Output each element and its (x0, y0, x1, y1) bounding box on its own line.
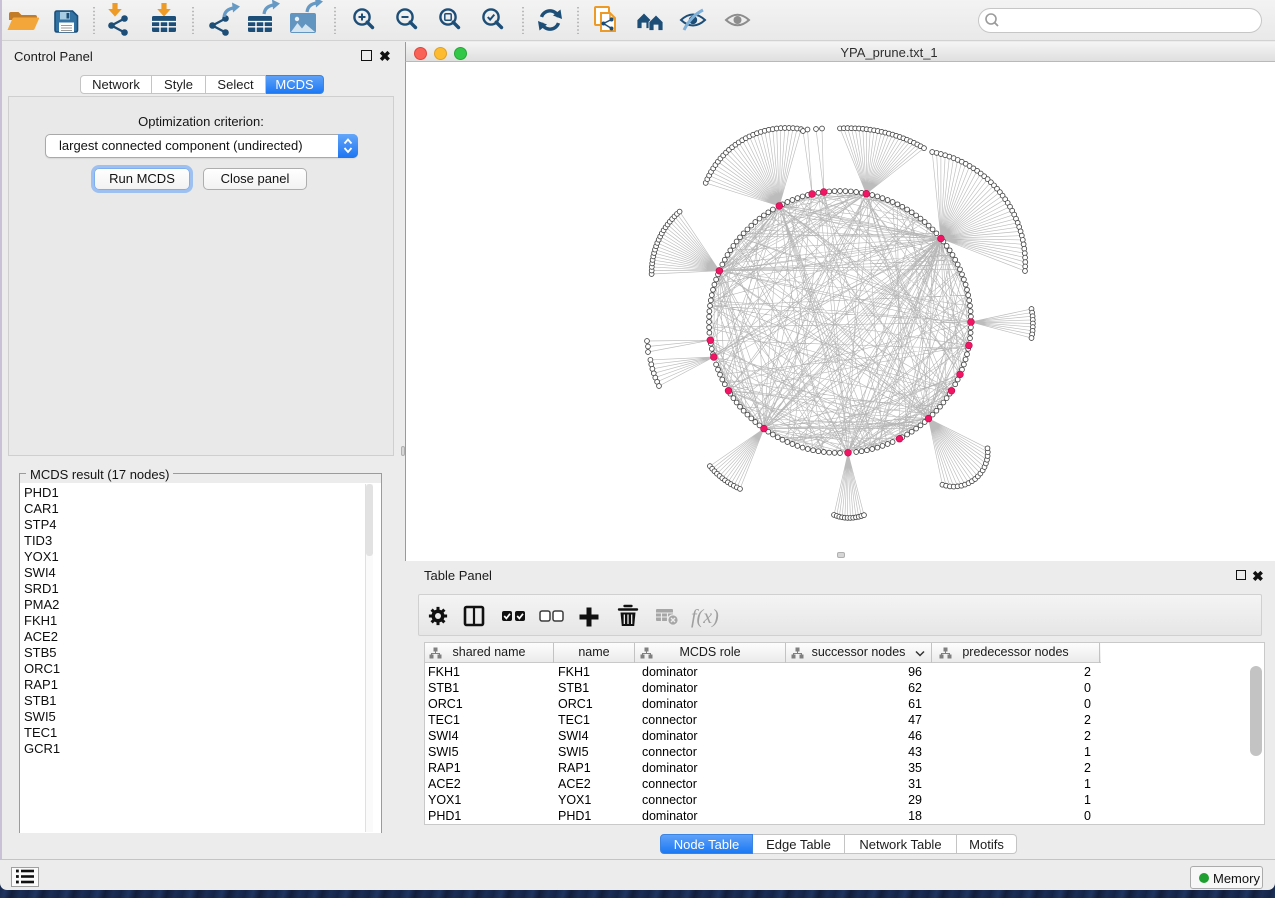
svg-text:f(x): f(x) (691, 606, 719, 628)
